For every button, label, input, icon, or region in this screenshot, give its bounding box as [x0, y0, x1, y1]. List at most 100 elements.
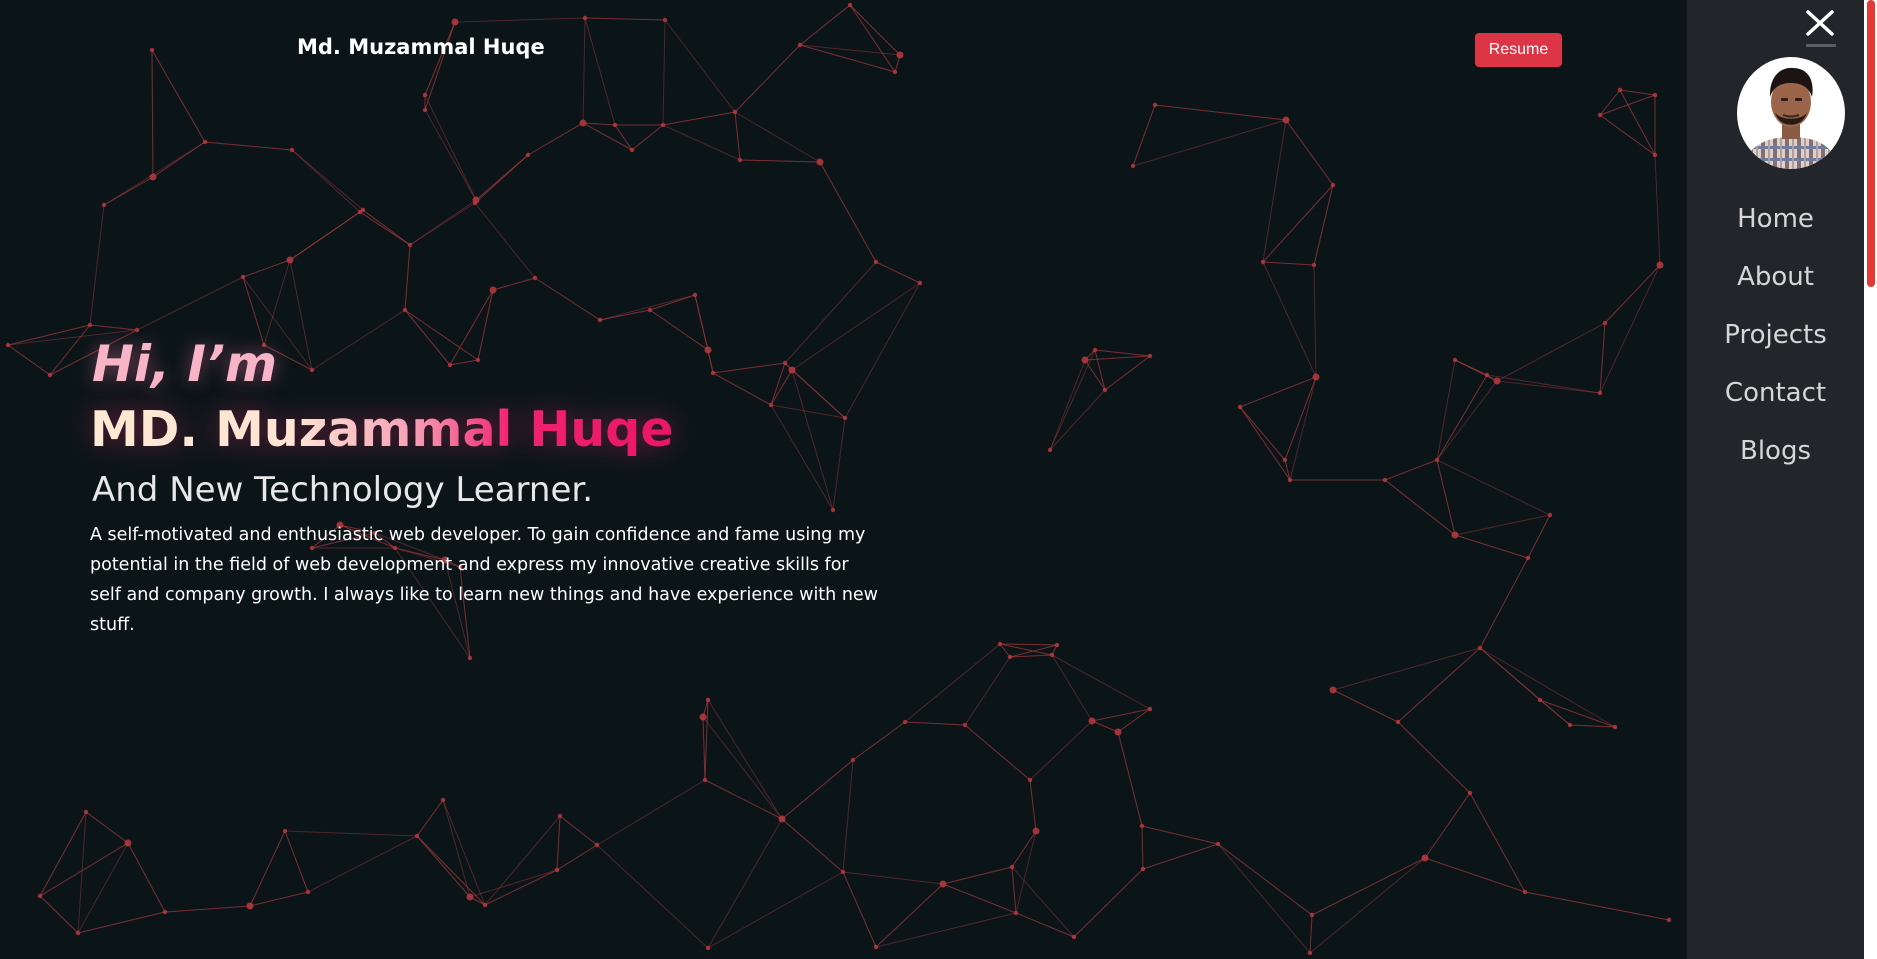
nav-about[interactable]: About [1687, 262, 1864, 292]
network-link [263, 259, 291, 346]
network-node [1282, 457, 1288, 463]
network-link [599, 294, 696, 321]
network-node [1009, 864, 1015, 870]
network-node [1147, 353, 1153, 359]
network-node [1140, 866, 1146, 872]
network-link [7, 324, 91, 346]
network-node [47, 372, 53, 378]
network-node [612, 122, 618, 128]
network-link [442, 799, 486, 906]
network-node [830, 507, 836, 513]
network-link [799, 44, 901, 56]
network-link [409, 199, 477, 246]
network-node [1666, 917, 1672, 923]
network-link [416, 835, 471, 898]
network-link [596, 844, 709, 949]
network-link [1217, 843, 1313, 916]
network-link [39, 842, 129, 897]
network-node [1215, 841, 1221, 847]
network-node [149, 173, 157, 181]
network-node [1421, 854, 1429, 862]
scrollbar[interactable] [1864, 0, 1877, 959]
close-icon[interactable] [1804, 8, 1836, 40]
network-link [1311, 857, 1426, 916]
network-link [662, 111, 736, 126]
resume-button[interactable]: Resume [1475, 33, 1562, 67]
network-node [1081, 356, 1089, 364]
network-link [1654, 154, 1661, 266]
network-link [999, 643, 1058, 646]
network-node [357, 209, 363, 215]
network-node [1656, 261, 1664, 269]
network-link [77, 911, 166, 934]
network-node [240, 274, 246, 280]
network-node [286, 256, 294, 264]
network-link [1239, 406, 1286, 461]
network-link [664, 19, 736, 113]
network-link [39, 895, 79, 934]
network-link [1084, 355, 1151, 361]
network-link [477, 289, 494, 361]
network-link [416, 835, 486, 906]
nav-contact[interactable]: Contact [1687, 378, 1864, 408]
network-node [1071, 934, 1077, 940]
network-link [1454, 359, 1498, 382]
network-link [1332, 689, 1399, 723]
network-link [707, 349, 714, 374]
network-node [475, 357, 481, 363]
network-node [1260, 259, 1266, 265]
network-node [896, 51, 904, 59]
network-link [734, 44, 801, 113]
network-link [770, 404, 834, 511]
network-link [1117, 731, 1143, 827]
network-link [1094, 349, 1151, 357]
network-node [1434, 457, 1440, 463]
network-link [1479, 647, 1571, 726]
network-node [768, 402, 774, 408]
network-node [489, 286, 497, 294]
network-node [1522, 889, 1528, 895]
network-link [204, 141, 293, 151]
network-link [1141, 825, 1219, 845]
network-node [1652, 152, 1658, 158]
brand-name[interactable]: Md. Muzammal Huqe [297, 35, 545, 59]
network-link [1142, 843, 1219, 870]
network-node [962, 722, 968, 728]
network-link [649, 309, 709, 351]
nav-projects[interactable]: Projects [1687, 320, 1864, 350]
network-link [791, 282, 921, 371]
network-link [89, 324, 138, 331]
nav-blogs[interactable]: Blogs [1687, 436, 1864, 466]
network-node [422, 107, 428, 113]
network-link [1104, 355, 1151, 391]
network-link [904, 721, 966, 726]
network-node [1597, 112, 1603, 118]
network-link [127, 842, 166, 913]
nav-home[interactable]: Home [1687, 204, 1864, 234]
network-link [284, 830, 309, 893]
scrollbar-thumb[interactable] [1867, 0, 1875, 287]
network-link [614, 124, 633, 151]
network-link [249, 891, 309, 907]
network-node [37, 893, 43, 899]
network-link [1141, 825, 1144, 870]
network-link [1332, 647, 1481, 691]
network-node [1032, 827, 1040, 835]
network-node [1139, 823, 1145, 829]
network-node [1311, 262, 1317, 268]
network-node [699, 713, 707, 721]
network-node [1130, 163, 1136, 169]
network-link [842, 759, 854, 873]
network-node [1617, 87, 1623, 93]
network-node [282, 828, 288, 834]
network-node [1152, 102, 1158, 108]
network-node [662, 17, 668, 23]
network-node [83, 809, 89, 815]
network-node [997, 641, 1003, 647]
network-link [1309, 857, 1426, 954]
network-link [852, 721, 906, 761]
network-node [440, 797, 446, 803]
network-node [246, 902, 254, 910]
network-link [707, 818, 783, 949]
network-node [647, 307, 653, 313]
